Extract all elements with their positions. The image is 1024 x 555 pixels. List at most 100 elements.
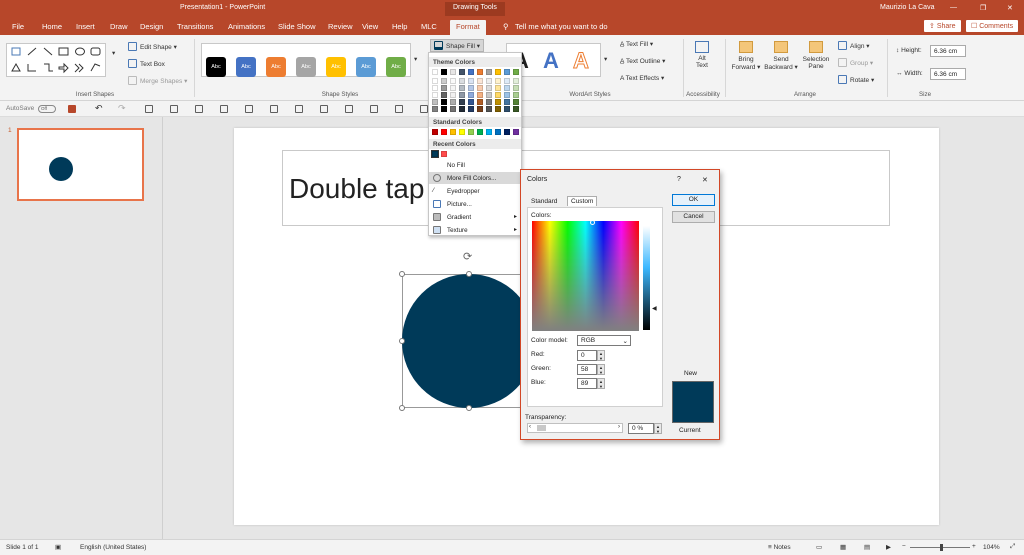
color-model-select[interactable]: RGB ⌄ <box>577 335 631 346</box>
theme-color-swatch[interactable] <box>504 78 510 84</box>
standard-color-swatch[interactable] <box>513 129 519 135</box>
close-dialog-button[interactable]: ✕ <box>702 176 708 184</box>
theme-color-swatch[interactable] <box>477 92 483 98</box>
standard-color-swatch[interactable] <box>486 129 492 135</box>
text-effects-button[interactable]: A Text Effects ▾ <box>620 74 664 82</box>
theme-color-swatch[interactable] <box>450 78 456 84</box>
theme-color-swatch[interactable] <box>450 85 456 91</box>
circle-shape[interactable] <box>402 274 536 408</box>
color-spectrum-picker[interactable] <box>532 220 639 331</box>
group-button[interactable]: Group ▾ <box>838 58 873 67</box>
theme-color-swatch[interactable] <box>432 92 438 98</box>
zoom-slider-thumb[interactable] <box>940 544 943 551</box>
eyedropper-item[interactable]: ⁄ Eyedropper <box>429 185 521 197</box>
slide-show-icon[interactable]: ▶ <box>886 543 891 551</box>
user-name[interactable]: Maurizio La Cava <box>880 4 934 11</box>
theme-color-swatch[interactable] <box>504 85 510 91</box>
wordart-more[interactable]: ▾ <box>604 55 607 63</box>
recent-color-swatch-red[interactable] <box>441 151 447 157</box>
align-right-icon[interactable] <box>195 105 203 113</box>
theme-color-swatch[interactable] <box>477 78 483 84</box>
language-indicator[interactable]: English (United States) <box>80 544 146 551</box>
red-input[interactable]: 0 <box>577 350 597 361</box>
theme-color-swatch[interactable] <box>432 69 438 75</box>
slide-thumbnail[interactable] <box>17 128 144 201</box>
theme-color-swatch[interactable] <box>486 69 492 75</box>
theme-color-swatch[interactable] <box>459 92 465 98</box>
redo-icon[interactable]: ↷ <box>118 103 126 114</box>
theme-color-swatch[interactable] <box>513 85 519 91</box>
tab-home[interactable]: Home <box>42 22 62 31</box>
theme-color-swatch[interactable] <box>504 69 510 75</box>
format-painter-icon[interactable] <box>420 105 428 113</box>
more-fill-colors-item[interactable]: More Fill Colors... <box>429 172 521 184</box>
resize-handle-top-left[interactable] <box>399 271 405 277</box>
rotate-handle-icon[interactable]: ⟳ <box>463 250 472 263</box>
theme-color-swatch[interactable] <box>468 85 474 91</box>
save-icon[interactable] <box>68 105 76 113</box>
zoom-out-icon[interactable]: − <box>902 543 906 550</box>
standard-color-swatch[interactable] <box>468 129 474 135</box>
red-spinner[interactable]: ▲ ▼ <box>597 350 605 361</box>
fit-slide-icon[interactable]: ⤢ <box>1010 543 1015 551</box>
theme-color-swatch[interactable] <box>468 92 474 98</box>
theme-color-swatch[interactable] <box>486 99 492 105</box>
reading-view-icon[interactable]: ▤ <box>864 543 870 551</box>
theme-color-swatch[interactable] <box>459 85 465 91</box>
theme-color-swatch[interactable] <box>495 78 501 84</box>
tab-transitions[interactable]: Transitions <box>177 22 213 31</box>
theme-color-swatch[interactable] <box>495 99 501 105</box>
theme-color-swatch[interactable] <box>513 106 519 112</box>
theme-color-swatch[interactable] <box>477 69 483 75</box>
luminance-slider[interactable] <box>643 226 650 330</box>
tab-format[interactable]: Format <box>450 20 486 35</box>
blue-spinner[interactable]: ▲ ▼ <box>597 378 605 389</box>
blue-input[interactable]: 89 <box>577 378 597 389</box>
theme-color-swatch[interactable] <box>495 69 501 75</box>
align-button[interactable]: Align ▾ <box>838 41 870 50</box>
theme-color-swatch[interactable] <box>468 99 474 105</box>
theme-color-swatch[interactable] <box>495 106 501 112</box>
slide-sorter-icon[interactable]: ▦ <box>840 543 846 551</box>
shape-style-light-blue[interactable]: Abc <box>356 57 376 77</box>
standard-color-swatch[interactable] <box>459 129 465 135</box>
theme-color-swatch[interactable] <box>504 92 510 98</box>
theme-color-swatch[interactable] <box>441 85 447 91</box>
group-objects-icon[interactable] <box>320 105 328 113</box>
wordart-style-orange-outline[interactable]: A <box>573 48 590 74</box>
standard-color-swatch[interactable] <box>432 129 438 135</box>
height-input[interactable]: 6.36 cm <box>930 45 966 57</box>
shape-style-blue[interactable]: Abc <box>236 57 256 77</box>
theme-color-swatch[interactable] <box>477 99 483 105</box>
tab-draw[interactable]: Draw <box>110 22 128 31</box>
zoom-slider[interactable] <box>910 544 970 551</box>
standard-color-swatch[interactable] <box>441 129 447 135</box>
shape-style-orange[interactable]: Abc <box>266 57 286 77</box>
theme-color-swatch[interactable] <box>468 106 474 112</box>
ungroup-icon[interactable] <box>345 105 353 113</box>
theme-color-swatch[interactable] <box>486 92 492 98</box>
theme-color-swatch[interactable] <box>486 85 492 91</box>
theme-color-swatch[interactable] <box>450 92 456 98</box>
align-bottom-icon[interactable] <box>270 105 278 113</box>
transparency-input[interactable]: 0 % <box>628 423 654 434</box>
zoom-level[interactable]: 104% <box>983 544 1000 551</box>
standard-color-swatch[interactable] <box>504 129 510 135</box>
align-top-icon[interactable] <box>220 105 228 113</box>
autosave-toggle[interactable]: Off <box>38 105 56 113</box>
picture-item[interactable]: Picture... <box>429 198 521 210</box>
shapes-gallery-more[interactable]: ▾ <box>112 49 115 57</box>
resize-handle-bottom[interactable] <box>466 405 472 411</box>
theme-color-swatch[interactable] <box>441 78 447 84</box>
theme-color-swatch[interactable] <box>477 106 483 112</box>
ok-button[interactable]: OK <box>672 194 715 206</box>
close-window-icon[interactable]: ✕ <box>1007 4 1013 12</box>
resize-handle-top[interactable] <box>466 271 472 277</box>
tab-animations[interactable]: Animations <box>228 22 265 31</box>
width-input[interactable]: 6.36 cm <box>930 68 966 80</box>
standard-color-swatch[interactable] <box>495 129 501 135</box>
shape-fill-button[interactable]: Shape Fill ▾ <box>430 39 484 52</box>
tab-standard[interactable]: Standard <box>531 198 557 205</box>
theme-color-swatch[interactable] <box>432 78 438 84</box>
tab-design[interactable]: Design <box>140 22 163 31</box>
